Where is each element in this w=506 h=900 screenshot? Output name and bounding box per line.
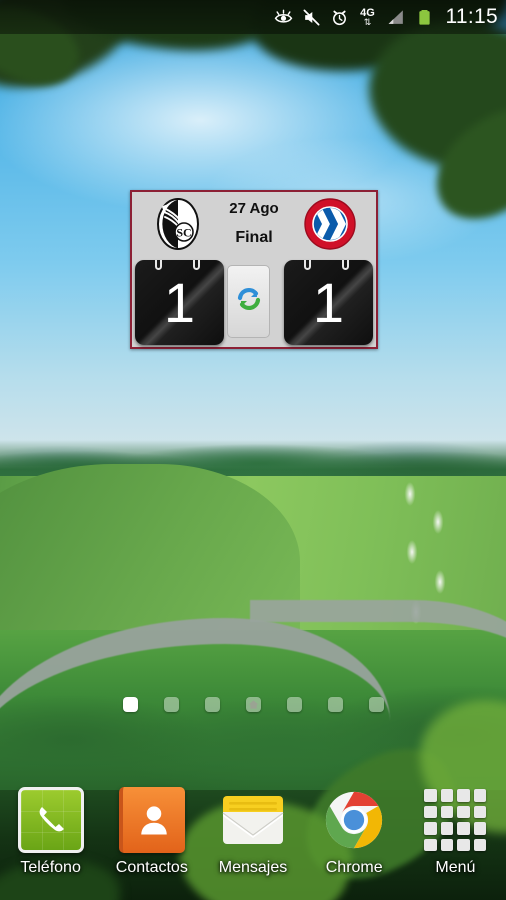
home-score: 1 [163, 270, 196, 334]
page-dot-1[interactable] [122, 697, 138, 712]
flip-ring-icon [193, 260, 200, 270]
dock: Teléfono Contactos Mensajes Chrome Menú [0, 782, 506, 900]
football-score-widget[interactable]: SC FC BAYERN [130, 182, 378, 349]
data-transfer-arrows-icon: 4G ⇅ [358, 7, 378, 27]
chrome-icon[interactable] [321, 787, 387, 853]
dock-label-mensajes: Mensajes [218, 859, 288, 876]
dock-item-contactos[interactable]: Contactos [101, 787, 202, 877]
status-bar[interactable]: 4G ⇅ 11:15 [0, 0, 506, 34]
contacts-icon[interactable] [118, 787, 185, 853]
dock-item-telefono[interactable]: Teléfono [0, 787, 101, 877]
flip-ring-icon [304, 260, 311, 270]
dock-item-menu[interactable]: Menú [405, 787, 506, 877]
transfer-arrows: ⇅ [363, 16, 372, 27]
wallpaper [0, 0, 506, 900]
flip-ring-icon [342, 260, 349, 270]
page-indicator[interactable] [0, 697, 506, 717]
refresh-icon [236, 286, 262, 317]
signal-strength-icon [387, 8, 406, 27]
dock-item-mensajes[interactable]: Mensajes [202, 787, 303, 877]
dock-item-chrome[interactable]: Chrome [304, 787, 405, 877]
alarm-clock-icon [330, 8, 349, 27]
page-dot-home[interactable] [245, 697, 261, 712]
page-dot-5[interactable] [286, 697, 302, 712]
page-dot-3[interactable] [204, 697, 220, 712]
flip-ring-icon [155, 260, 162, 270]
away-score: 1 [312, 270, 345, 334]
wallpaper-road-upper [250, 600, 506, 680]
dock-label-chrome: Chrome [325, 859, 383, 876]
widget-header: SC FC BAYERN [132, 182, 376, 263]
match-date: 27 Ago [229, 200, 279, 217]
home-icon [248, 700, 258, 709]
refresh-button[interactable] [227, 265, 270, 338]
dock-label-menu: Menú [435, 859, 476, 876]
match-status: Final [235, 229, 273, 246]
page-dot-2[interactable] [163, 697, 179, 712]
dock-label-contactos: Contactos [115, 859, 188, 876]
smart-stay-eye-icon [274, 8, 293, 27]
home-screen: 4G ⇅ 11:15 SC 27 Ago Final 1 1 Teléfono … [0, 0, 506, 900]
messages-icon[interactable] [220, 787, 286, 853]
dock-label-telefono: Teléfono [20, 859, 81, 876]
phone-icon[interactable] [17, 787, 84, 853]
page-dot-6[interactable] [327, 697, 343, 712]
away-score-tile: 1 [284, 260, 373, 345]
battery-icon [415, 8, 434, 27]
sound-mute-icon [302, 8, 321, 27]
widget-scoreboard: 1 1 [132, 252, 376, 349]
status-bar-clock: 11:15 [445, 5, 498, 28]
page-dot-7[interactable] [368, 697, 384, 712]
home-score-tile: 1 [135, 260, 224, 345]
app-drawer-icon[interactable] [422, 787, 488, 853]
